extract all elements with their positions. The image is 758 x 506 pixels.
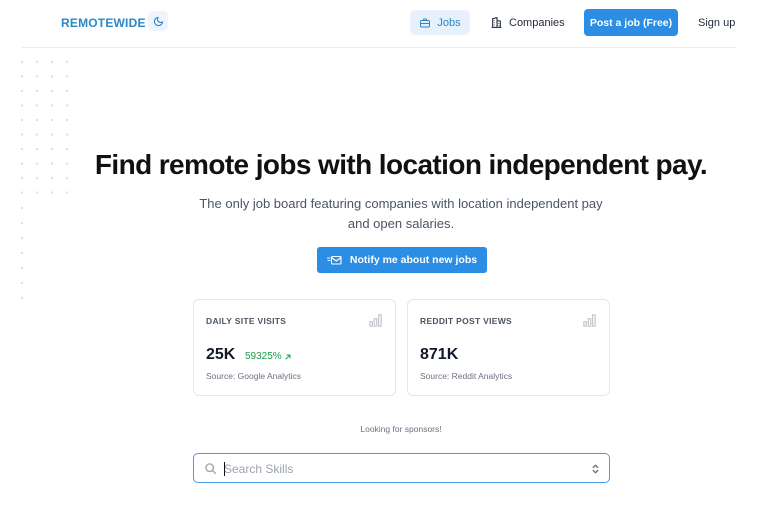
arrow-up-right-icon (285, 354, 291, 359)
nav-jobs-label: Jobs (437, 16, 461, 29)
text-caret (224, 462, 225, 476)
mail-fast-icon (326, 255, 342, 265)
building-icon (491, 17, 502, 28)
stat-value: 871K (420, 346, 459, 363)
stat-change-value: 59325% (245, 351, 282, 362)
site-logo[interactable]: REMOTEWIDE (61, 16, 146, 30)
stat-value: 25K (206, 346, 236, 363)
sign-up-link[interactable]: Sign up (698, 10, 735, 35)
bar-chart-icon (583, 314, 596, 327)
site-header: REMOTEWIDE Jobs Companies Post a job (Fr… (22, 0, 736, 48)
moon-icon (153, 16, 163, 26)
nav-jobs-link[interactable]: Jobs (410, 10, 470, 35)
search-skills-input[interactable] (224, 458, 574, 480)
stat-source: Source: Google Analytics (206, 371, 301, 381)
nav-companies-link[interactable]: Companies (490, 10, 565, 35)
hero-subtitle-line-2: and open salaries. (347, 216, 455, 231)
post-job-button[interactable]: Post a job (Free) (584, 9, 678, 36)
hero-subtitle: The only job board featuring companies w… (190, 194, 612, 234)
stat-source: Source: Reddit Analytics (420, 371, 513, 381)
stat-label: REDDIT POST VIEWS (420, 316, 512, 326)
nav-companies-label: Companies (509, 16, 565, 29)
notify-button-label: Notify me about new jobs (349, 254, 478, 266)
theme-toggle-button[interactable] (148, 11, 168, 31)
hero-subtitle-line-1: The only job board featuring companies w… (199, 196, 603, 211)
hero-title: Find remote jobs with location independe… (94, 149, 708, 180)
notify-new-jobs-button[interactable]: Notify me about new jobs (317, 247, 487, 273)
search-skills-box[interactable] (193, 453, 610, 483)
briefcase-icon (420, 18, 431, 27)
chevron-up-down-icon[interactable] (591, 463, 600, 475)
stat-change: 59325% (245, 351, 292, 362)
sponsors-text: Looking for sponsors! (360, 424, 442, 434)
stat-label: DAILY SITE VISITS (206, 316, 287, 326)
stat-card-reddit-post-views: REDDIT POST VIEWS 871K Source: Reddit An… (407, 299, 610, 396)
search-icon (205, 463, 217, 475)
bar-chart-icon (369, 314, 382, 327)
stat-card-daily-site-visits: DAILY SITE VISITS 25K 59325% Source: Goo… (193, 299, 396, 396)
